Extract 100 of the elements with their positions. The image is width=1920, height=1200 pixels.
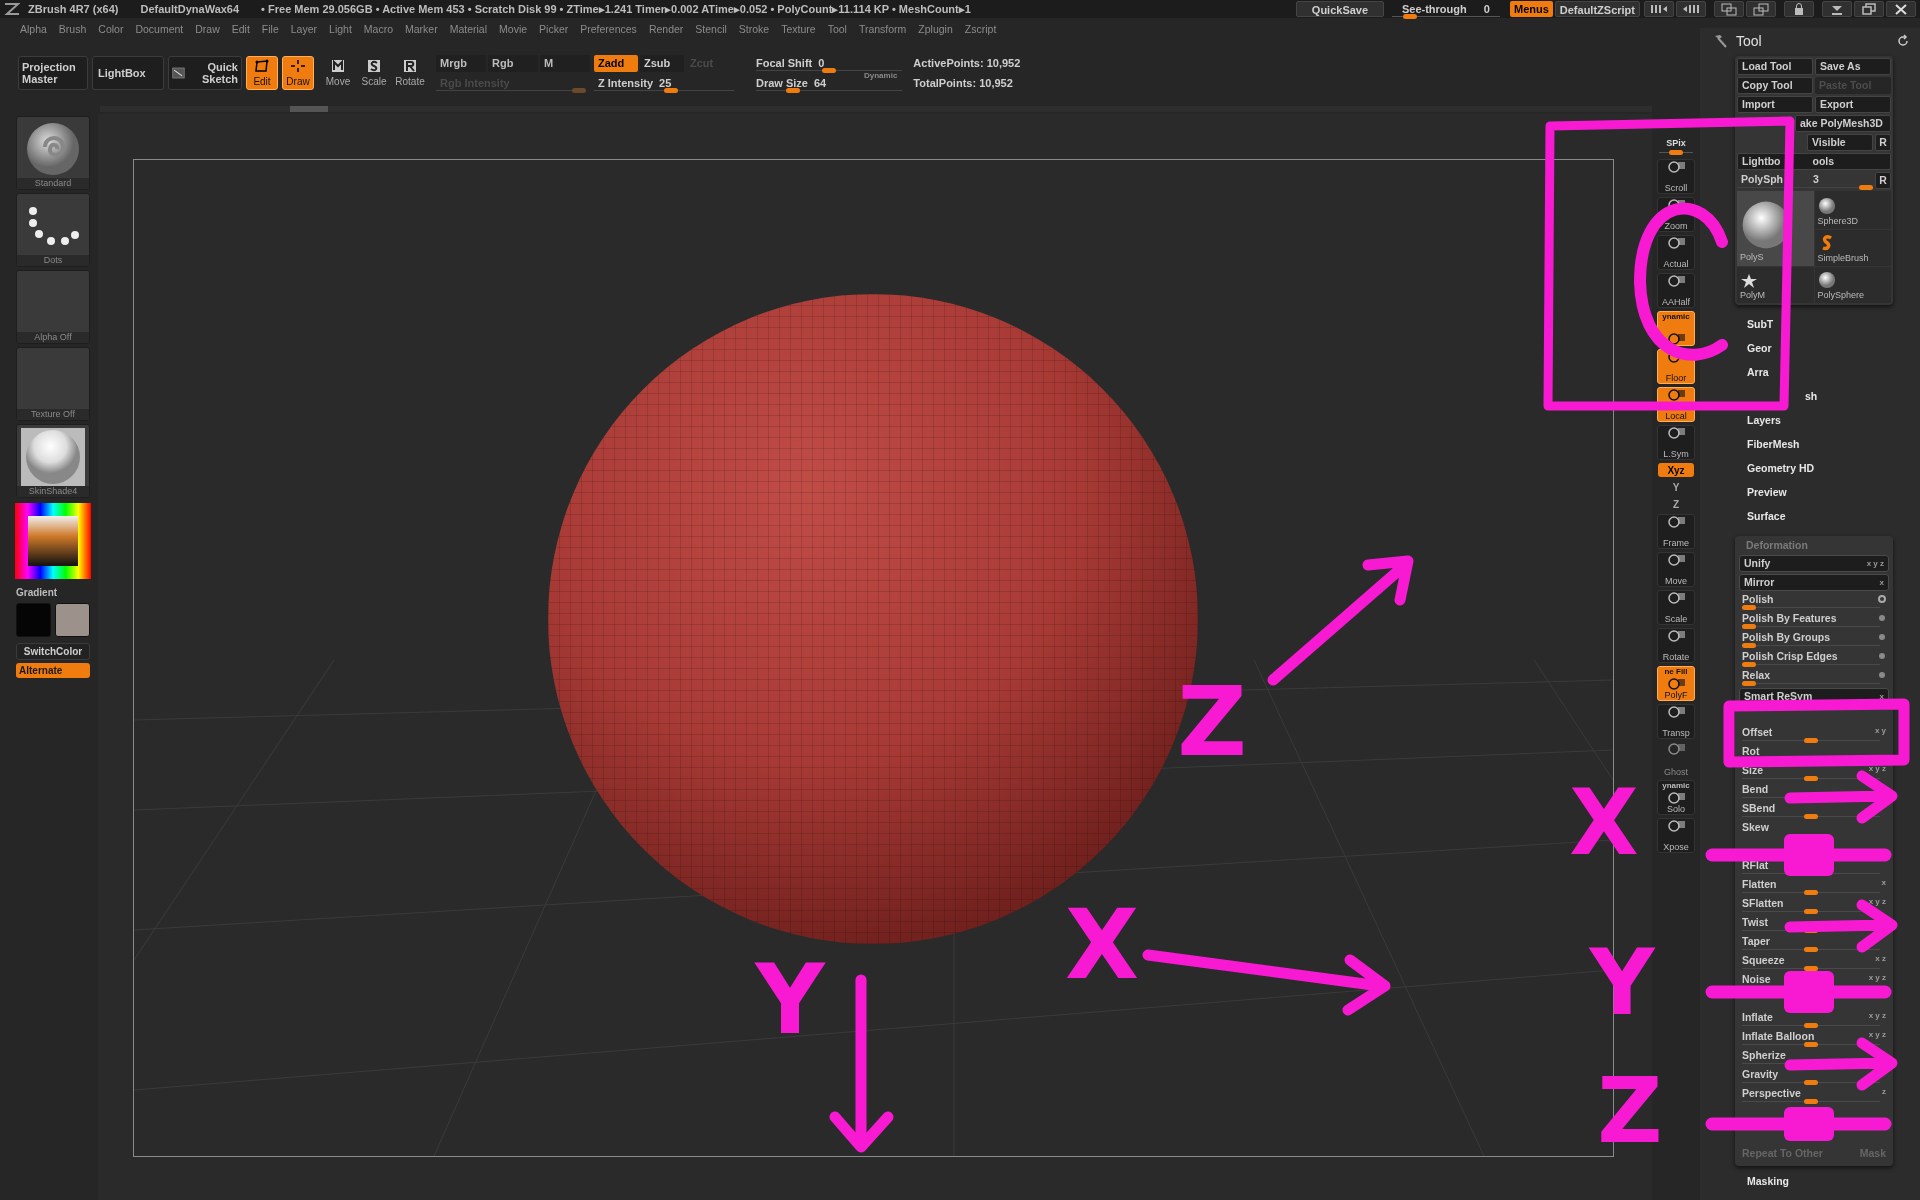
- view-button[interactable]: AAHalf: [1657, 273, 1695, 308]
- menu-item[interactable]: Light: [323, 20, 358, 40]
- view-button[interactable]: Transp: [1657, 704, 1695, 739]
- tool-thumbnail[interactable]: SimpleBrush: [1814, 230, 1891, 266]
- scrollbar-thumb[interactable]: [290, 106, 328, 112]
- menu-item[interactable]: Preferences: [574, 20, 643, 40]
- slider-thumb[interactable]: [785, 87, 800, 93]
- menu-item[interactable]: Layer: [284, 20, 324, 40]
- mode-button[interactable]: Move: [322, 56, 354, 90]
- polish-slider[interactable]: Polish Crisp Edges: [1738, 649, 1890, 668]
- quick-sketch-button[interactable]: Quick Sketch: [168, 56, 242, 90]
- color-swatch[interactable]: [55, 603, 90, 637]
- tool-button[interactable]: Export: [1815, 96, 1891, 113]
- deformation-slider[interactable]: Bend: [1738, 782, 1890, 801]
- slider-thumb[interactable]: [1741, 681, 1756, 686]
- color-mode-button[interactable]: M: [540, 54, 590, 72]
- menu-item[interactable]: Tool: [821, 20, 853, 40]
- menu-item[interactable]: Zscript: [958, 20, 1003, 40]
- polish-slider[interactable]: Relax: [1738, 668, 1890, 687]
- section-header[interactable]: sh: [1805, 387, 1920, 406]
- slider-thumb[interactable]: [1804, 1080, 1818, 1085]
- slider-thumb[interactable]: [1804, 738, 1818, 743]
- menu-item[interactable]: Marker: [399, 20, 444, 40]
- menu-item[interactable]: Draw: [189, 20, 226, 40]
- section-header[interactable]: Geometry HD: [1747, 459, 1920, 478]
- deformation-slider[interactable]: Inflate Balloon x y z: [1738, 1029, 1890, 1048]
- view-button[interactable]: Move: [1657, 552, 1695, 587]
- projection-master-button[interactable]: Projection Master: [18, 56, 88, 90]
- ring-icon[interactable]: [1878, 595, 1886, 603]
- menu-item[interactable]: Alpha: [14, 20, 53, 40]
- thumbnail-button[interactable]: Texture Off: [16, 347, 90, 421]
- view-button[interactable]: Xyz: [1658, 463, 1694, 477]
- view-button[interactable]: L.Sym: [1657, 425, 1695, 460]
- view-button[interactable]: Rotate: [1657, 628, 1695, 663]
- view-button[interactable]: ne Fill PolyF: [1657, 666, 1695, 701]
- tool-thumbnail[interactable]: PolyM: [1737, 267, 1814, 303]
- section-header[interactable]: Layers: [1747, 411, 1920, 430]
- slider-thumb[interactable]: [1804, 966, 1818, 971]
- mode-button[interactable]: Rotate: [394, 56, 426, 90]
- color-mode-button[interactable]: Mrgb: [436, 54, 486, 72]
- menu-item[interactable]: Texture: [775, 20, 822, 40]
- tool-button[interactable]: Load Tool: [1737, 58, 1813, 75]
- quicksave-button[interactable]: QuickSave: [1295, 1, 1384, 17]
- lightbox-tools-button[interactable]: Lightbo ools: [1737, 153, 1891, 170]
- tool-thumbnail[interactable]: Sphere3D: [1814, 191, 1891, 229]
- deformation-slider[interactable]: Spherize: [1738, 1048, 1890, 1067]
- tool-button[interactable]: Save As: [1815, 58, 1891, 75]
- slider-thumb[interactable]: [1804, 814, 1818, 819]
- menu-item[interactable]: Stencil: [689, 20, 733, 40]
- section-header[interactable]: Masking: [1700, 1174, 1920, 1190]
- slider-thumb[interactable]: [1669, 150, 1683, 155]
- app-logo-icon[interactable]: [4, 2, 20, 16]
- slider-thumb[interactable]: [822, 67, 836, 73]
- make-polymesh-button[interactable]: ake PolyMesh3D: [1795, 115, 1891, 132]
- slider-thumb[interactable]: [1804, 947, 1818, 952]
- slider-thumb[interactable]: [1741, 643, 1756, 648]
- windows-icon[interactable]: [1751, 1, 1771, 17]
- menu-item[interactable]: Edit: [225, 20, 256, 40]
- slider-thumb[interactable]: [1741, 624, 1756, 629]
- menu-item[interactable]: Material: [443, 20, 494, 40]
- menu-item[interactable]: Picker: [533, 20, 575, 40]
- menu-item[interactable]: Macro: [357, 20, 399, 40]
- thumbnail-button[interactable]: Alpha Off: [16, 270, 90, 344]
- deformation-slider[interactable]: Offset x y: [1738, 725, 1890, 744]
- tool-thumbnail[interactable]: PolySphere: [1814, 267, 1891, 303]
- color-swatch[interactable]: [16, 603, 51, 637]
- focal-shift-slider[interactable]: Focal Shift 0: [756, 54, 902, 72]
- z-mode-button[interactable]: Zsub: [640, 54, 684, 72]
- restore-icon[interactable]: [1859, 1, 1879, 17]
- reset-icon[interactable]: [1896, 34, 1910, 48]
- color-picker[interactable]: [15, 503, 91, 579]
- switch-color-button[interactable]: SwitchColor: [16, 643, 90, 660]
- spix-slider[interactable]: SPix: [1657, 114, 1695, 156]
- section-header[interactable]: Geor: [1747, 339, 1920, 358]
- deformation-slider[interactable]: SFlatten x y z: [1738, 896, 1890, 915]
- section-header[interactable]: SubT: [1747, 315, 1920, 334]
- view-button[interactable]: Frame: [1657, 514, 1695, 549]
- z-mode-button[interactable]: Zadd: [594, 54, 638, 72]
- thumbnail-button[interactable]: SkinShade4: [16, 424, 90, 498]
- deformation-slider[interactable]: Taper: [1738, 934, 1890, 953]
- alternate-toggle[interactable]: Alternate: [16, 663, 90, 678]
- deformation-label[interactable]: Skew: [1738, 820, 1890, 833]
- section-header[interactable]: FiberMesh: [1747, 435, 1920, 454]
- r-button[interactable]: R: [1875, 134, 1891, 151]
- menu-item[interactable]: Brush: [52, 20, 93, 40]
- slider-thumb[interactable]: [1804, 909, 1818, 914]
- deformation-slider[interactable]: SBend: [1738, 801, 1890, 820]
- section-header[interactable]: Arra: [1747, 363, 1920, 382]
- menu-item[interactable]: Document: [129, 20, 190, 40]
- deformation-slider[interactable]: Perspective z: [1738, 1086, 1890, 1105]
- menus-toggle[interactable]: Menus: [1509, 1, 1553, 17]
- view-button[interactable]: Scroll: [1657, 159, 1695, 194]
- section-header[interactable]: Surface: [1747, 507, 1920, 526]
- menu-item[interactable]: Movie: [493, 20, 534, 40]
- tool-button[interactable]: Copy Tool: [1737, 77, 1813, 94]
- view-button[interactable]: Actual: [1657, 235, 1695, 270]
- slider-thumb[interactable]: [1804, 890, 1818, 895]
- polish-slider[interactable]: Polish By Features: [1738, 611, 1890, 630]
- slider-thumb[interactable]: [1804, 1023, 1818, 1028]
- thumbnail-button[interactable]: Standard: [16, 116, 90, 190]
